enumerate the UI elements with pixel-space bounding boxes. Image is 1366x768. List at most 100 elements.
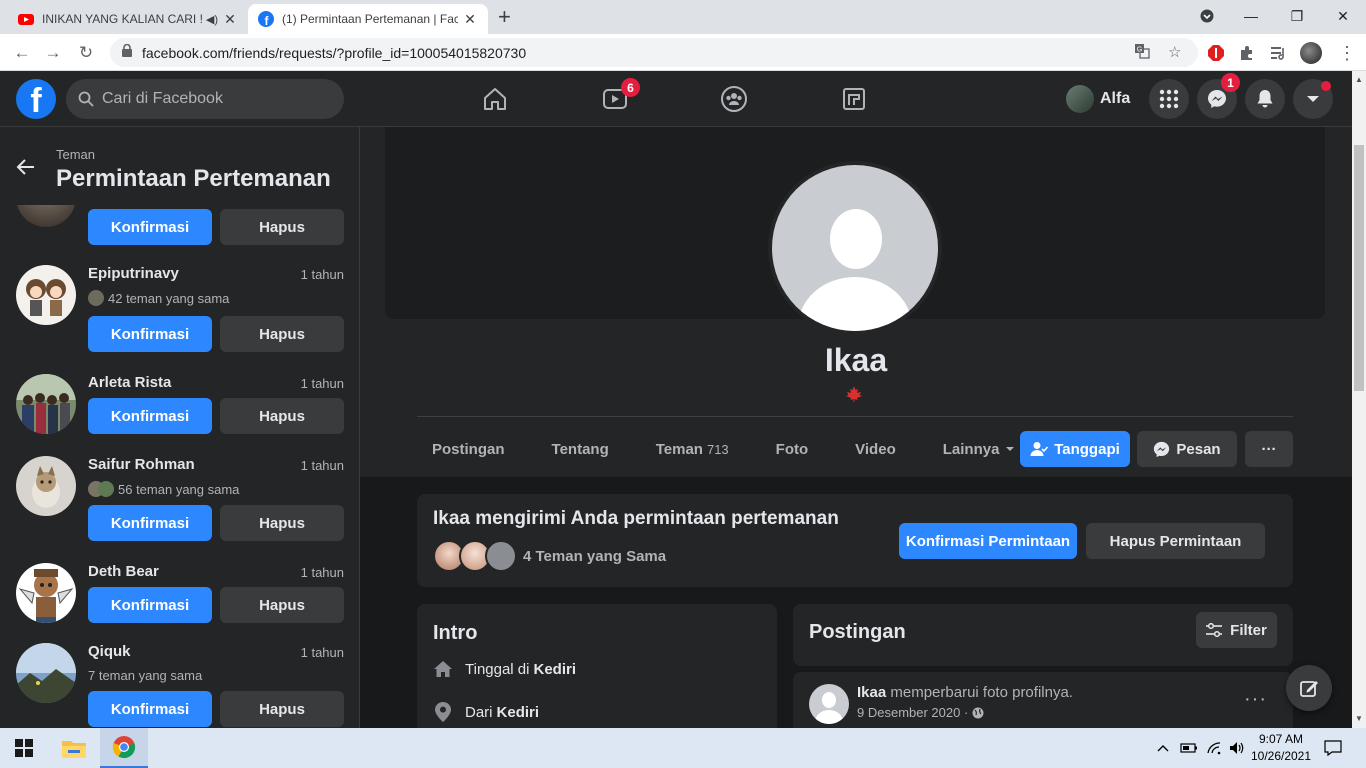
taskbar-clock[interactable]: 9:07 AM 10/26/2021 bbox=[1246, 731, 1316, 765]
taskbar-chrome[interactable] bbox=[100, 728, 148, 768]
avatar[interactable] bbox=[16, 456, 76, 516]
request-name[interactable]: Epiputrinavy bbox=[88, 265, 179, 282]
bookmark-star-icon[interactable]: ☆ bbox=[1168, 43, 1181, 61]
lives-city-link[interactable]: Kediri bbox=[533, 661, 576, 678]
tab-search-icon[interactable] bbox=[1184, 0, 1230, 32]
new-tab-button[interactable]: + bbox=[498, 6, 511, 28]
mutual-avatar bbox=[88, 290, 104, 306]
scroll-down-icon[interactable]: ▼ bbox=[1355, 714, 1363, 723]
avatar[interactable] bbox=[809, 684, 849, 724]
chrome-profile-avatar[interactable] bbox=[1298, 40, 1324, 66]
delete-button[interactable]: Hapus bbox=[220, 691, 344, 727]
avatar bbox=[1066, 85, 1094, 113]
post-options-icon[interactable]: ··· bbox=[1244, 688, 1267, 711]
close-tab-icon[interactable]: ✕ bbox=[462, 11, 478, 28]
request-name[interactable]: Qiquk bbox=[88, 643, 131, 660]
confirm-button[interactable]: Konfirmasi bbox=[88, 209, 212, 245]
page-scrollbar[interactable]: ▲ ▼ bbox=[1352, 71, 1366, 728]
mutual-friends[interactable]: 42 teman yang sama bbox=[88, 290, 229, 306]
mutual-friends[interactable]: 56 teman yang sama bbox=[88, 481, 239, 497]
request-name[interactable]: Deth Bear bbox=[88, 563, 159, 580]
scrollbar-thumb[interactable] bbox=[1354, 145, 1364, 391]
mutual-friends-text: 42 teman yang sama bbox=[108, 290, 230, 306]
facebook-logo[interactable]: f bbox=[16, 79, 56, 119]
menu-grid-button[interactable] bbox=[1149, 79, 1189, 119]
message-label: Pesan bbox=[1176, 440, 1221, 458]
tab-foto[interactable]: Foto bbox=[761, 441, 808, 458]
nav-gaming[interactable] bbox=[799, 79, 909, 119]
scroll-up-icon[interactable]: ▲ bbox=[1355, 75, 1363, 84]
respond-button[interactable]: Tanggapi bbox=[1020, 431, 1130, 467]
battery-icon[interactable] bbox=[1180, 728, 1198, 768]
nav-groups[interactable] bbox=[679, 79, 789, 119]
search-input[interactable] bbox=[102, 90, 322, 108]
account-menu-button[interactable] bbox=[1293, 79, 1333, 119]
delete-button[interactable]: Hapus bbox=[220, 209, 344, 245]
messenger-button[interactable]: 1 bbox=[1197, 73, 1240, 119]
media-control-icon[interactable] bbox=[1266, 40, 1292, 66]
chrome-menu-icon[interactable]: ⋮ bbox=[1334, 40, 1360, 66]
tab-tentang[interactable]: Tentang bbox=[537, 441, 609, 458]
delete-button[interactable]: Hapus bbox=[220, 505, 344, 541]
tab-teman[interactable]: Teman 713 bbox=[641, 441, 729, 458]
show-hidden-icons[interactable] bbox=[1156, 728, 1170, 768]
reload-icon[interactable]: ↻ bbox=[73, 40, 99, 66]
facebook-search[interactable] bbox=[66, 79, 344, 119]
confirm-button[interactable]: Konfirmasi bbox=[88, 316, 212, 352]
browser-tab-facebook[interactable]: f (1) Permintaan Pertemanan | Facebook ✕ bbox=[248, 4, 488, 34]
avatar[interactable] bbox=[16, 643, 76, 703]
header-profile-link[interactable]: Alfa bbox=[1066, 83, 1130, 115]
tab-lainnya[interactable]: Lainnya bbox=[928, 441, 1016, 458]
translate-icon[interactable]: G bbox=[1134, 43, 1150, 63]
avatar[interactable] bbox=[16, 374, 76, 434]
mutual-friends[interactable]: 4 Teman yang Sama bbox=[433, 540, 666, 572]
request-name[interactable]: Arleta Rista bbox=[88, 374, 171, 391]
more-options-button[interactable]: ··· bbox=[1245, 431, 1293, 467]
breadcrumb[interactable]: Teman bbox=[56, 147, 95, 162]
action-center-icon[interactable] bbox=[1324, 728, 1342, 768]
confirm-button[interactable]: Konfirmasi bbox=[88, 398, 212, 434]
forward-arrow-icon[interactable]: → bbox=[40, 40, 66, 66]
filter-button[interactable]: Filter bbox=[1196, 612, 1277, 648]
browser-tab-youtube[interactable]: INIKAN YANG KALIAN CARI !! ◀) ✕ bbox=[8, 4, 248, 34]
delete-button[interactable]: Hapus bbox=[220, 398, 344, 434]
close-tab-icon[interactable]: ✕ bbox=[222, 11, 238, 28]
avatar[interactable] bbox=[16, 563, 76, 623]
confirm-button[interactable]: Konfirmasi bbox=[88, 505, 212, 541]
address-bar[interactable]: facebook.com/friends/requests/?profile_i… bbox=[110, 38, 1198, 67]
back-arrow-icon[interactable] bbox=[14, 155, 38, 179]
wifi-icon[interactable] bbox=[1206, 728, 1222, 768]
mutual-friends[interactable]: 7 teman yang sama bbox=[88, 668, 202, 683]
nav-home[interactable] bbox=[440, 79, 550, 119]
post-author[interactable]: Ikaa bbox=[857, 684, 886, 701]
from-city-link[interactable]: Kediri bbox=[497, 704, 540, 721]
taskbar-file-explorer[interactable] bbox=[50, 728, 98, 768]
adblock-extension-icon[interactable] bbox=[1203, 40, 1229, 66]
compose-icon bbox=[1300, 681, 1318, 697]
profile-picture[interactable] bbox=[768, 161, 942, 335]
confirm-button[interactable]: Konfirmasi bbox=[88, 587, 212, 623]
new-message-button[interactable] bbox=[1286, 665, 1332, 711]
tab-video[interactable]: Video bbox=[840, 441, 896, 458]
minimize-window-button[interactable]: — bbox=[1228, 0, 1274, 32]
restore-window-button[interactable]: ❐ bbox=[1274, 0, 1320, 32]
notifications-button[interactable] bbox=[1245, 79, 1285, 119]
delete-button[interactable]: Hapus bbox=[220, 316, 344, 352]
confirm-button[interactable]: Konfirmasi bbox=[88, 691, 212, 727]
nav-watch[interactable]: 6 bbox=[560, 78, 670, 119]
delete-request-button[interactable]: Hapus Permintaan bbox=[1086, 523, 1265, 559]
post-date[interactable]: 9 Desember 2020 · bbox=[857, 705, 968, 720]
start-button[interactable] bbox=[0, 728, 48, 768]
close-window-button[interactable]: ✕ bbox=[1320, 0, 1366, 32]
speaker-icon[interactable]: ◀) bbox=[206, 13, 218, 26]
extensions-puzzle-icon[interactable] bbox=[1234, 40, 1260, 66]
back-arrow-icon[interactable]: ← bbox=[9, 40, 35, 66]
confirm-request-button[interactable]: Konfirmasi Permintaan bbox=[899, 523, 1077, 559]
message-button[interactable]: Pesan bbox=[1137, 431, 1237, 467]
request-name[interactable]: Saifur Rohman bbox=[88, 456, 195, 473]
profile-name: Ikaa bbox=[824, 342, 888, 378]
tab-postingan[interactable]: Postingan bbox=[417, 441, 505, 458]
avatar[interactable] bbox=[16, 265, 76, 325]
delete-button[interactable]: Hapus bbox=[220, 587, 344, 623]
volume-icon[interactable] bbox=[1229, 728, 1245, 768]
